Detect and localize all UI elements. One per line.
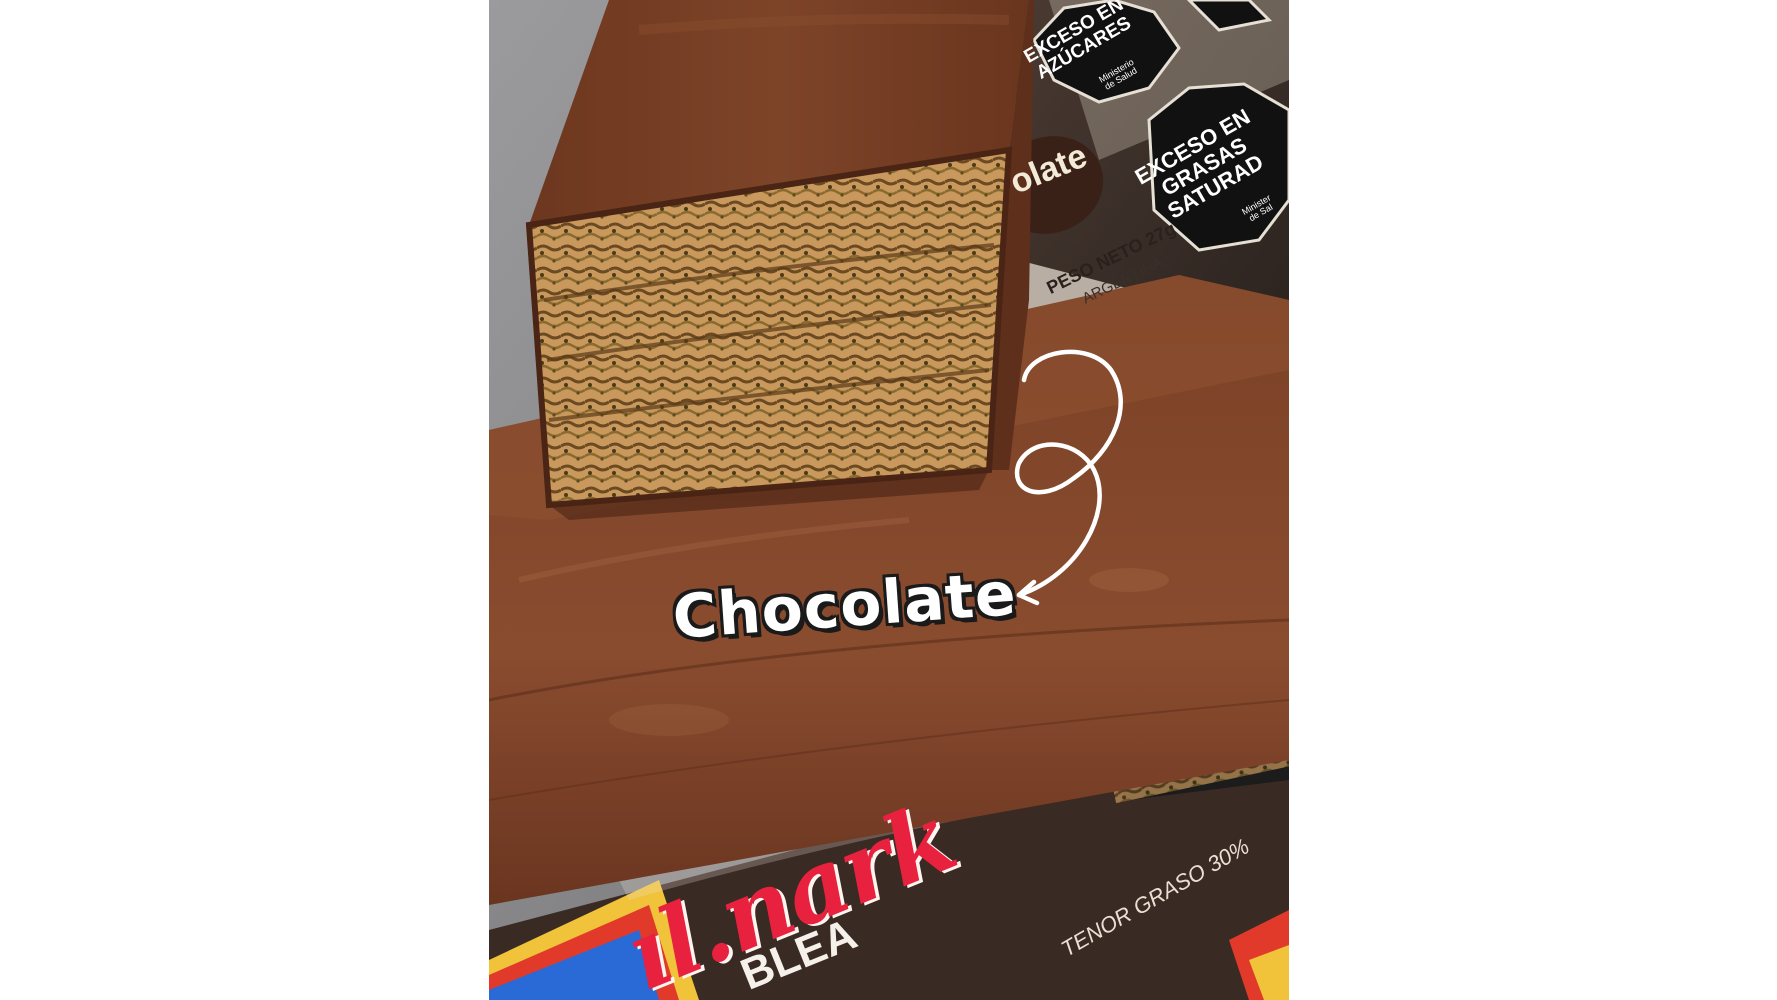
chocolate-bar-cut: [525, 0, 1034, 520]
product-photo: EXCESO EN AZÚCARES Ministerio de Salud E…: [489, 0, 1289, 1000]
